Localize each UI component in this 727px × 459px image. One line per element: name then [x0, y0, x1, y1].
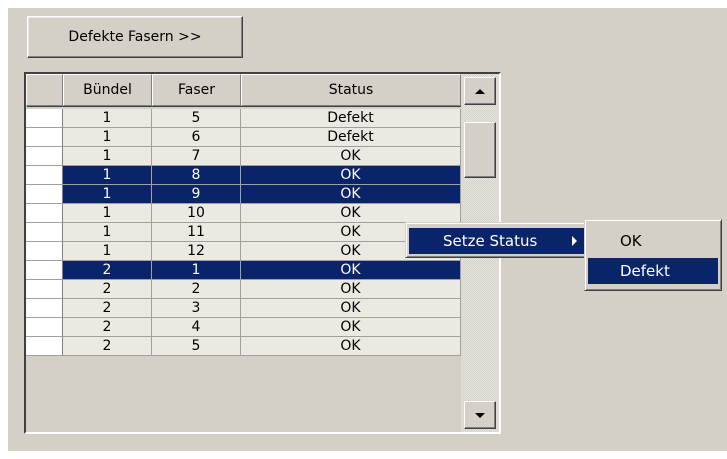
cell-status[interactable]: OK — [241, 318, 461, 337]
table-row[interactable]: 1 10 OK — [26, 204, 461, 223]
header-faser[interactable]: Faser — [152, 74, 241, 106]
table-row[interactable]: 1 6 Defekt — [26, 128, 461, 147]
row-indicator[interactable] — [26, 166, 63, 185]
row-indicator[interactable] — [26, 128, 63, 147]
cell-buendel[interactable]: 2 — [63, 337, 152, 356]
header-status[interactable]: Status — [241, 74, 461, 106]
grid-rows: 1 5 Defekt 1 6 Defekt 1 7 OK 1 8 OK 1 9 OK 1 10 OK 1 11 OK 1 1… — [26, 109, 461, 356]
cell-buendel[interactable]: 2 — [63, 318, 152, 337]
cell-status[interactable]: OK — [241, 261, 461, 280]
cell-status[interactable]: OK — [241, 337, 461, 356]
row-indicator[interactable] — [26, 242, 63, 261]
cell-buendel[interactable]: 1 — [63, 242, 152, 261]
row-indicator[interactable] — [26, 185, 63, 204]
defekte-fasern-button[interactable]: Defekte Fasern >> — [27, 16, 243, 58]
cell-faser[interactable]: 4 — [152, 318, 241, 337]
cell-status[interactable]: OK — [241, 166, 461, 185]
row-indicator[interactable] — [26, 261, 63, 280]
cell-buendel[interactable]: 2 — [63, 299, 152, 318]
table-row[interactable]: 2 4 OK — [26, 318, 461, 337]
cell-status[interactable]: OK — [241, 185, 461, 204]
table-row[interactable]: 2 5 OK — [26, 337, 461, 356]
table-row[interactable]: 1 11 OK — [26, 223, 461, 242]
scroll-down-arrow-icon — [475, 412, 485, 418]
submenu-item-ok[interactable]: OK — [588, 228, 718, 254]
row-indicator[interactable] — [26, 280, 63, 299]
cell-faser[interactable]: 6 — [152, 128, 241, 147]
scroll-down-button[interactable] — [464, 401, 496, 429]
row-indicator[interactable] — [26, 147, 63, 166]
cell-buendel[interactable]: 1 — [63, 223, 152, 242]
row-indicator[interactable] — [26, 318, 63, 337]
row-indicator[interactable] — [26, 337, 63, 356]
table-row[interactable]: 2 1 OK — [26, 261, 461, 280]
table-row[interactable]: 1 9 OK — [26, 185, 461, 204]
cell-status[interactable]: OK — [241, 299, 461, 318]
row-indicator[interactable] — [26, 109, 63, 128]
cell-status[interactable]: Defekt — [241, 109, 461, 128]
cell-faser[interactable]: 2 — [152, 280, 241, 299]
table-row[interactable]: 1 12 OK — [26, 242, 461, 261]
table-row[interactable]: 1 5 Defekt — [26, 109, 461, 128]
cell-faser[interactable]: 7 — [152, 147, 241, 166]
cell-buendel[interactable]: 1 — [63, 204, 152, 223]
cell-faser[interactable]: 11 — [152, 223, 241, 242]
table-row[interactable]: 1 7 OK — [26, 147, 461, 166]
cell-faser[interactable]: 1 — [152, 261, 241, 280]
grid-header: Bündel Faser Status — [26, 74, 461, 106]
cell-faser[interactable]: 10 — [152, 204, 241, 223]
menu-item-label: Setze Status — [443, 232, 538, 250]
menu-item-setze-status[interactable]: Setze Status — [409, 228, 591, 254]
header-corner[interactable] — [26, 74, 63, 106]
submenu-arrow-icon — [572, 236, 577, 246]
cell-faser[interactable]: 12 — [152, 242, 241, 261]
cell-faser[interactable]: 3 — [152, 299, 241, 318]
scroll-thumb[interactable] — [464, 122, 496, 178]
header-buendel[interactable]: Bündel — [63, 74, 152, 106]
context-menu: Setze Status — [405, 222, 595, 258]
cell-buendel[interactable]: 1 — [63, 109, 152, 128]
scroll-up-button[interactable] — [464, 77, 496, 105]
cell-status[interactable]: OK — [241, 147, 461, 166]
scroll-up-arrow-icon — [475, 88, 485, 94]
submenu-item-defekt[interactable]: Defekt — [588, 258, 718, 284]
table-row[interactable]: 2 2 OK — [26, 280, 461, 299]
cell-faser[interactable]: 5 — [152, 109, 241, 128]
row-indicator[interactable] — [26, 204, 63, 223]
cell-faser[interactable]: 5 — [152, 337, 241, 356]
cell-buendel[interactable]: 1 — [63, 128, 152, 147]
cell-faser[interactable]: 8 — [152, 166, 241, 185]
row-indicator[interactable] — [26, 299, 63, 318]
status-submenu: OK Defekt — [584, 219, 722, 291]
cell-buendel[interactable]: 2 — [63, 261, 152, 280]
cell-buendel[interactable]: 2 — [63, 280, 152, 299]
cell-buendel[interactable]: 1 — [63, 147, 152, 166]
table-row[interactable]: 1 8 OK — [26, 166, 461, 185]
cell-faser[interactable]: 9 — [152, 185, 241, 204]
cell-status[interactable]: OK — [241, 204, 461, 223]
cell-buendel[interactable]: 1 — [63, 166, 152, 185]
table-row[interactable]: 2 3 OK — [26, 299, 461, 318]
cell-status[interactable]: OK — [241, 280, 461, 299]
cell-status[interactable]: Defekt — [241, 128, 461, 147]
cell-buendel[interactable]: 1 — [63, 185, 152, 204]
row-indicator[interactable] — [26, 223, 63, 242]
